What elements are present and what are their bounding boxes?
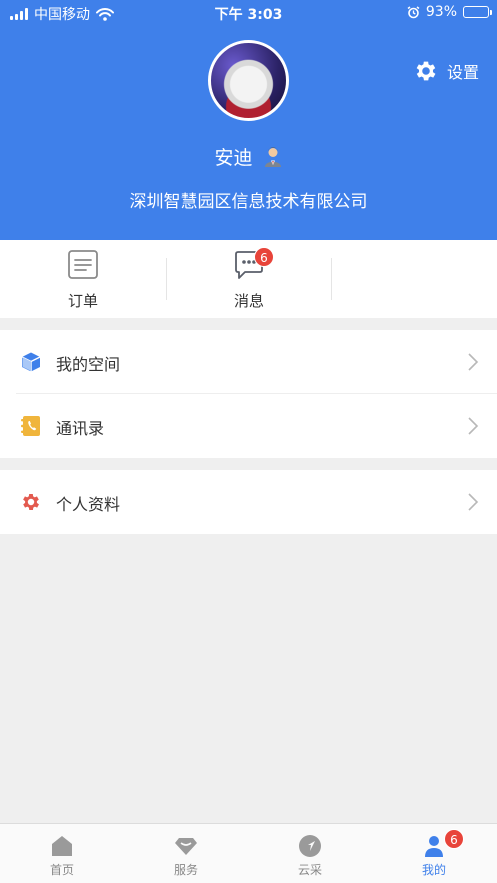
tab-label: 服务: [173, 863, 198, 877]
messages-label: 消息: [233, 292, 264, 310]
chevron-right-icon: [468, 493, 479, 511]
home-icon: [52, 836, 72, 856]
battery-icon: [463, 6, 492, 18]
username-row: 安迪: [0, 143, 497, 170]
chevron-right-icon: [468, 417, 479, 435]
username: 安迪: [214, 147, 253, 169]
avatar[interactable]: [208, 40, 289, 121]
menu-item-label: 通讯录: [56, 419, 105, 438]
battery-percent: 93%: [425, 4, 457, 20]
menu-item-label: 个人资料: [56, 495, 121, 514]
messages-badge: 6: [254, 247, 274, 267]
menu-item-label: 我的空间: [56, 355, 121, 374]
user-icon: [425, 836, 443, 857]
quick-actions: 订单 6 消息: [0, 240, 497, 318]
menu-group: 我的空间 通讯录: [0, 330, 497, 458]
gear-icon: [23, 494, 39, 510]
tab-label: 云采: [297, 863, 322, 877]
company-name: 深圳智慧园区信息技术有限公司: [129, 192, 368, 212]
profile-header: 中国移动 下午 3:03 93% 设置 安迪 深圳智慧园区信息技术有限公司: [0, 0, 497, 240]
role-badge-icon: [264, 146, 281, 167]
settings-label: 设置: [446, 63, 479, 82]
quick-divider: [331, 258, 332, 300]
tab-home[interactable]: 首页: [0, 824, 124, 883]
menu-group: 个人资料: [0, 470, 497, 534]
orders-label: 订单: [67, 292, 98, 310]
menu-item-profile[interactable]: 个人资料: [0, 470, 497, 534]
messages-button[interactable]: 6 消息: [166, 240, 332, 318]
tab-label: 我的: [421, 863, 446, 877]
gear-icon: [416, 61, 436, 81]
tab-badge: 6: [444, 829, 464, 849]
menu-item-my-space[interactable]: 我的空间: [0, 330, 497, 394]
tab-services[interactable]: 服务: [124, 824, 248, 883]
tab-cloud-purchase[interactable]: 云采: [248, 824, 372, 883]
contacts-phone-icon: [21, 416, 40, 436]
alarm-icon: [407, 5, 420, 18]
tab-label: 首页: [49, 863, 74, 877]
menu-item-contacts[interactable]: 通讯录: [0, 394, 497, 458]
tab-bar: 首页 服务 云采 6 我的: [0, 823, 497, 883]
status-bar: 中国移动 下午 3:03 93%: [0, 0, 497, 26]
chevron-right-icon: [468, 353, 479, 371]
orders-button[interactable]: 订单: [0, 240, 166, 318]
status-right: 93%: [407, 4, 492, 20]
order-list-icon: [68, 250, 98, 279]
settings-button[interactable]: 设置: [413, 58, 479, 84]
compass-icon: [299, 835, 321, 857]
tab-mine[interactable]: 6 我的: [372, 824, 496, 883]
cube-icon: [21, 352, 41, 372]
diamond-icon: [175, 838, 197, 855]
